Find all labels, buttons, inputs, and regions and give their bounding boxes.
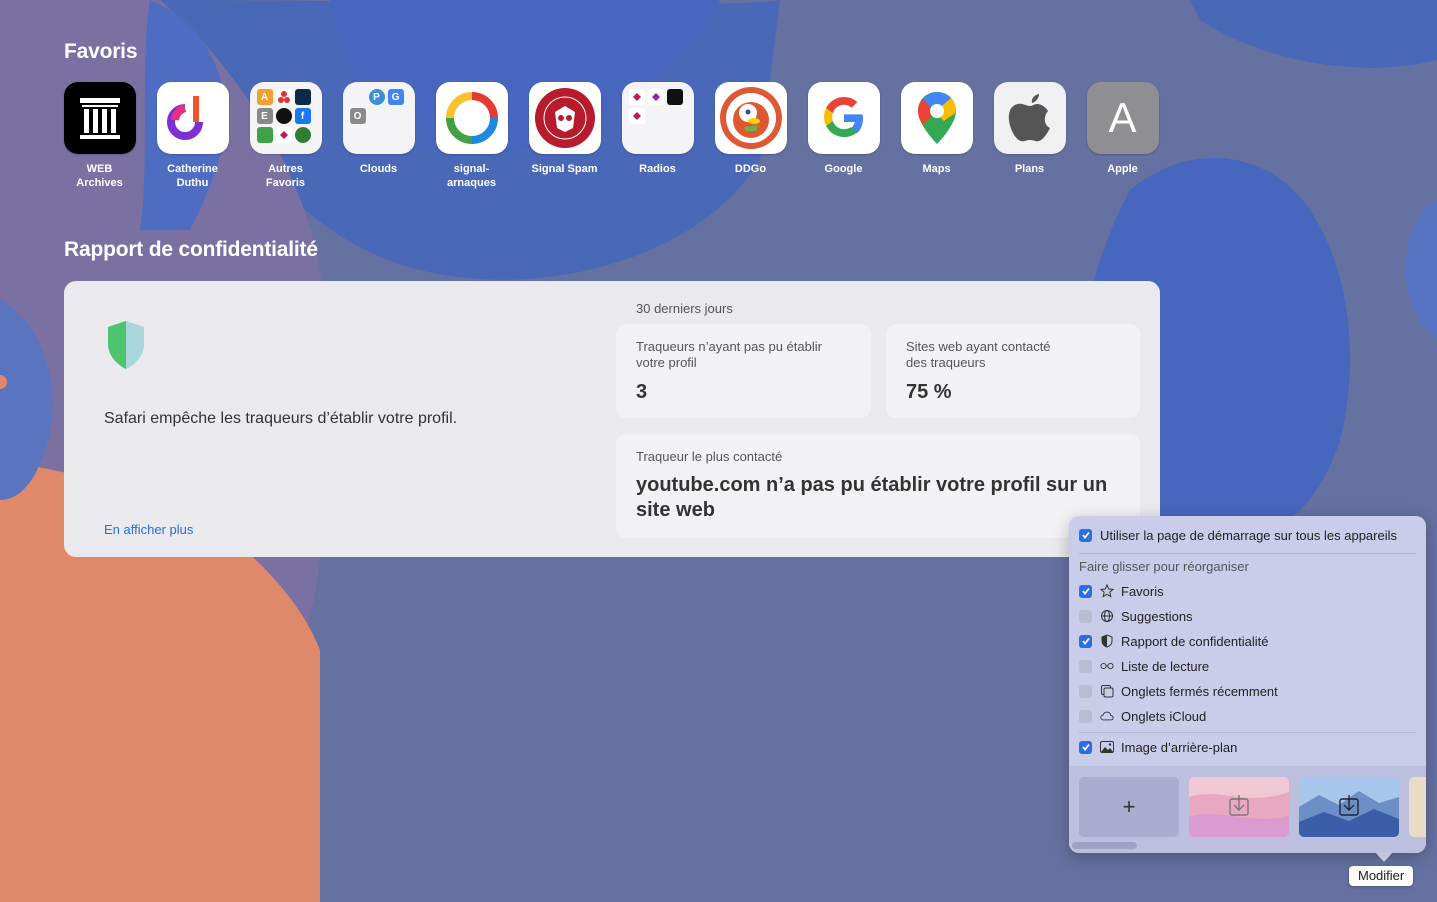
sites-contacted-stat: Sites web ayant contacté des traqueurs 7… — [886, 324, 1140, 418]
section-toggle-suggestions[interactable]: Suggestions — [1079, 607, 1193, 625]
google-icon — [807, 82, 880, 154]
background-image-checkbox[interactable]: Image d’arrière-plan — [1079, 738, 1237, 756]
star-icon — [1100, 584, 1114, 598]
favorite-label: DDGo — [734, 163, 767, 175]
favorite-autres-favoris[interactable]: A E f Autres Favoris — [239, 82, 332, 190]
favorite-label: Radios — [639, 163, 676, 175]
favorite-signal-spam[interactable]: Signal Spam — [518, 82, 611, 190]
favorites-title: Favoris — [64, 40, 138, 63]
privacy-report-title: Rapport de confidentialité — [64, 238, 318, 261]
cloud-icon — [1100, 709, 1114, 723]
favorite-label: signal- arnaques — [447, 163, 496, 189]
thumbnails-scrollbar[interactable] — [1072, 842, 1137, 849]
trackers-blocked-stat: Traqueurs n’ayant pas pu établir votre p… — [616, 324, 871, 418]
favorites-grid: WEB Archives Catherine Duthu A E f Autre… — [53, 82, 1169, 190]
show-more-link[interactable]: En afficher plus — [104, 522, 193, 537]
add-background-button[interactable]: + — [1079, 777, 1179, 837]
catherine-duthu-icon — [156, 82, 229, 154]
divider — [1079, 732, 1416, 733]
section-label: Suggestions — [1121, 608, 1193, 624]
apple-icon — [993, 82, 1066, 154]
favorite-ddgo[interactable]: DDGo — [704, 82, 797, 190]
favorite-label: Autres Favoris — [265, 163, 306, 189]
trackers-blocked-value: 3 — [636, 381, 648, 403]
checkbox-checked-icon — [1079, 584, 1092, 598]
sync-start-page-label: Utiliser la page de démarrage sur tous l… — [1100, 527, 1397, 543]
google-maps-icon — [900, 82, 973, 154]
checkbox-checked-icon — [1079, 740, 1092, 754]
customize-popover: Utiliser la page de démarrage sur tous l… — [1069, 516, 1426, 853]
checkbox-unchecked-icon — [1079, 684, 1092, 698]
folder-icon: A E f — [249, 82, 322, 154]
sites-contacted-value: 75 % — [906, 381, 952, 403]
tabs-icon — [1100, 684, 1114, 698]
favorite-radios[interactable]: Radios — [611, 82, 704, 190]
favorite-apple[interactable]: A Apple — [1076, 82, 1169, 190]
top-tracker-value: youtube.com n’a pas pu établir votre pro… — [636, 474, 1108, 521]
glasses-icon — [1100, 659, 1114, 673]
sync-start-page-checkbox[interactable]: Utiliser la page de démarrage sur tous l… — [1079, 526, 1397, 544]
background-thumbnail-pink[interactable] — [1189, 777, 1289, 837]
section-label: Rapport de confidentialité — [1121, 633, 1269, 649]
apple-icon — [350, 89, 366, 105]
background-thumbnails: + — [1069, 766, 1426, 853]
folder-icon: P G O — [342, 82, 415, 154]
checkbox-unchecked-icon — [1079, 609, 1092, 623]
section-label: Liste de lecture — [1121, 658, 1210, 674]
favorite-label: Plans — [1014, 163, 1045, 175]
internet-archive-icon — [63, 82, 136, 154]
background-thumbnail-beige[interactable] — [1409, 777, 1426, 837]
shield-icon — [104, 319, 148, 376]
signal-spam-icon — [528, 82, 601, 154]
divider — [1079, 553, 1416, 554]
background-thumbnail-blue[interactable] — [1299, 777, 1399, 837]
trackers-blocked-label: Traqueurs n’ayant pas pu établir votre p… — [636, 339, 822, 370]
checkbox-unchecked-icon — [1079, 709, 1092, 723]
image-icon — [1100, 740, 1114, 754]
favorite-plans[interactable]: Plans — [983, 82, 1076, 190]
section-label: Favoris — [1121, 583, 1164, 599]
top-tracker-label: Traqueur le plus contacté — [636, 449, 783, 464]
section-toggle-privacy-report[interactable]: Rapport de confidentialité — [1079, 632, 1268, 650]
favorite-label: Catherine Duthu — [167, 163, 218, 189]
background-image-label: Image d’arrière-plan — [1121, 739, 1238, 755]
apple-letter-icon: A — [1086, 82, 1159, 154]
section-label: Onglets fermés récemment — [1121, 683, 1278, 699]
privacy-report-card[interactable]: Safari empêche les traqueurs d’établir v… — [64, 281, 1160, 557]
section-toggle-recent-tabs[interactable]: Onglets fermés récemment — [1079, 682, 1278, 700]
favorite-google[interactable]: Google — [797, 82, 890, 190]
popover-arrow — [1375, 852, 1393, 862]
favorite-label: WEB Archives — [76, 163, 123, 189]
favorite-label: Google — [824, 163, 863, 175]
privacy-description: Safari empêche les traqueurs d’établir v… — [104, 410, 458, 427]
favorite-label: Apple — [1107, 163, 1138, 175]
period-label: 30 derniers jours — [636, 301, 733, 316]
sites-contacted-label: Sites web ayant contacté des traqueurs — [906, 339, 1051, 370]
favorite-catherine-duthu[interactable]: Catherine Duthu — [146, 82, 239, 190]
favorite-signal-arnaques[interactable]: signal- arnaques — [425, 82, 518, 190]
checkbox-checked-icon — [1079, 528, 1092, 542]
globe-icon — [1100, 609, 1114, 623]
duckduckgo-icon — [714, 82, 787, 154]
section-label: Onglets iCloud — [1121, 708, 1207, 724]
checkbox-unchecked-icon — [1079, 659, 1092, 673]
section-toggle-favorites[interactable]: Favoris — [1079, 582, 1164, 600]
folder-icon — [621, 82, 694, 154]
top-tracker-stat: Traqueur le plus contacté youtube.com n’… — [616, 434, 1140, 538]
modify-tooltip: Modifier — [1349, 866, 1414, 886]
favorite-maps[interactable]: Maps — [890, 82, 983, 190]
favorite-web-archives[interactable]: WEB Archives — [53, 82, 146, 190]
favorite-label: Clouds — [359, 163, 398, 175]
signal-arnaques-icon — [435, 82, 508, 154]
favorite-label: Signal Spam — [531, 163, 598, 175]
favorite-clouds[interactable]: P G O Clouds — [332, 82, 425, 190]
section-toggle-icloud-tabs[interactable]: Onglets iCloud — [1079, 707, 1206, 725]
favorite-label: Maps — [922, 163, 951, 175]
section-toggle-reading-list[interactable]: Liste de lecture — [1079, 657, 1209, 675]
checkbox-checked-icon — [1079, 634, 1092, 648]
reorder-hint: Faire glisser pour réorganiser — [1079, 559, 1249, 574]
shield-icon — [1100, 634, 1114, 648]
